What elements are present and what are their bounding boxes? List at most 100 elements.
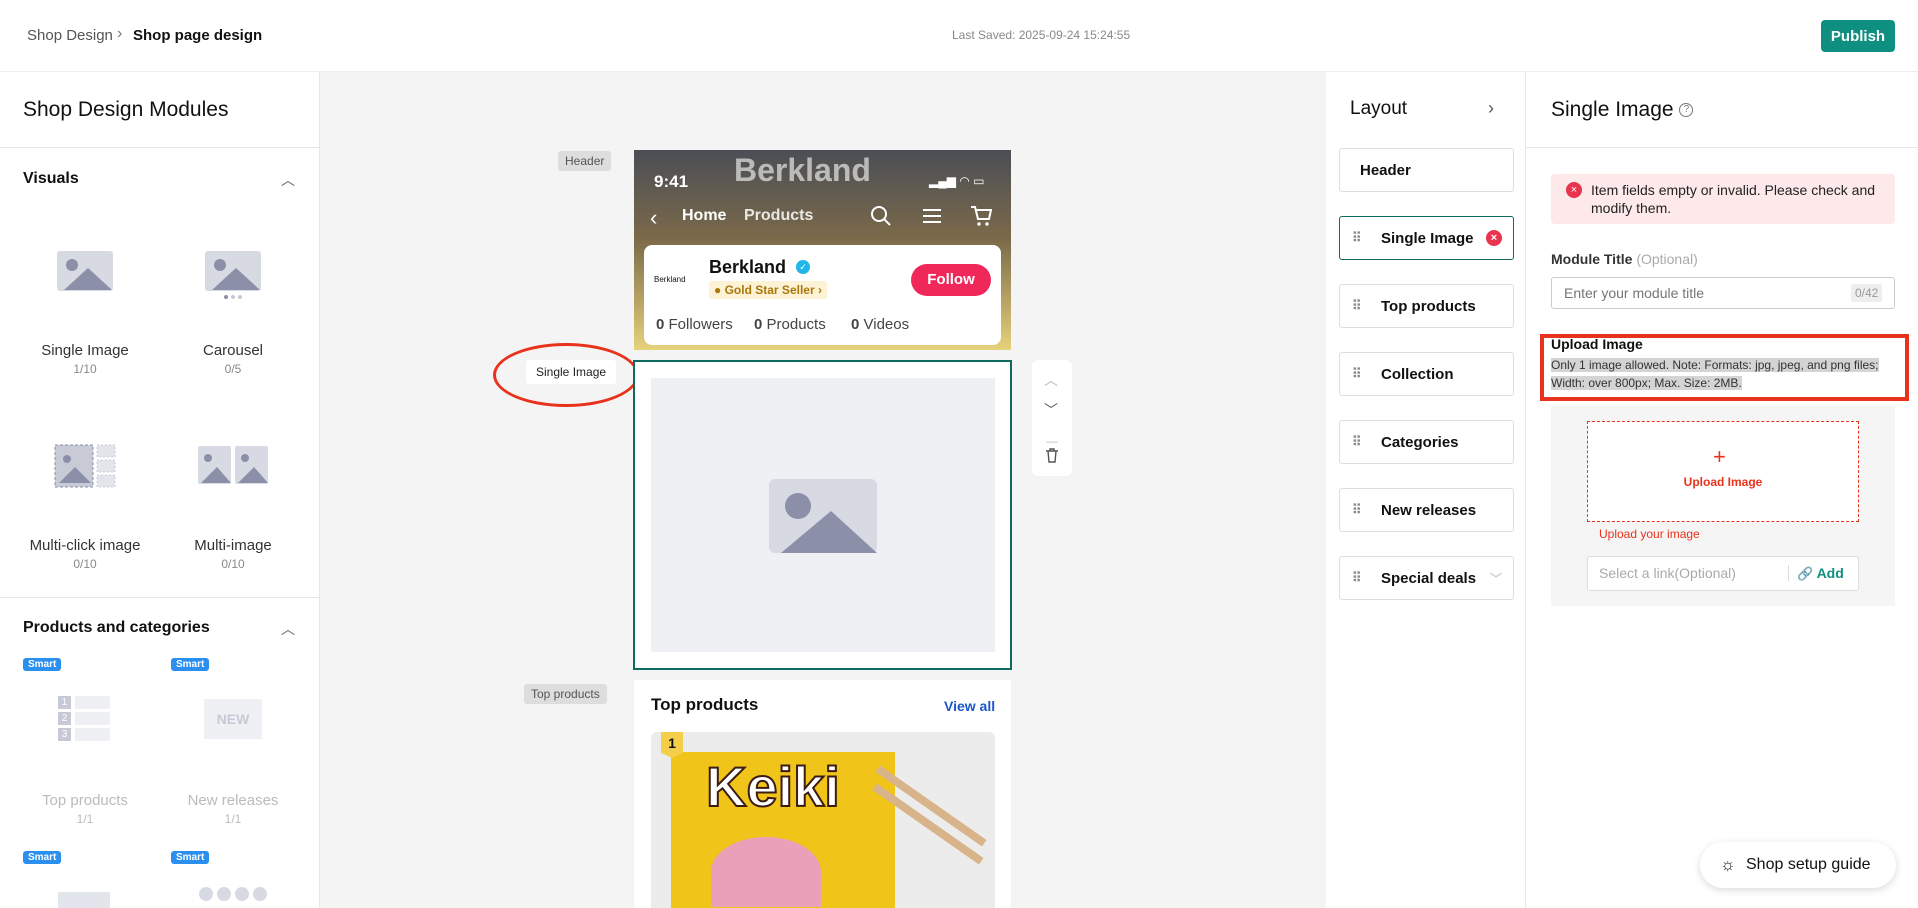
- new-badge-icon: NEW: [204, 699, 262, 739]
- breadcrumb-current: Shop page design: [133, 27, 263, 44]
- top-products-preview[interactable]: Top products View all Keiki 1: [634, 680, 1011, 908]
- trash-icon[interactable]: [1045, 448, 1059, 463]
- cart-icon[interactable]: [970, 205, 992, 227]
- annotation-circle: [493, 343, 639, 407]
- character-count: 0/42: [1851, 284, 1883, 302]
- product-art-text: Keiki: [705, 754, 841, 819]
- layout-item-single-image[interactable]: ⠿ Single Image ×: [1339, 216, 1514, 260]
- module-title-label: Module Title (Optional): [1551, 251, 1698, 267]
- module-label: Multi-image: [194, 537, 272, 554]
- chevron-up-icon[interactable]: ︿: [281, 170, 295, 190]
- smart-badge: Smart: [171, 658, 210, 671]
- module-icon-partial: [58, 892, 110, 908]
- upload-error-text: Upload your image: [1599, 527, 1700, 541]
- module-multi-image[interactable]: Multi-image 0/10: [163, 420, 303, 571]
- add-link-button[interactable]: 🔗 Add: [1797, 565, 1844, 582]
- layout-item-collection[interactable]: ⠿ Collection: [1339, 352, 1514, 396]
- visuals-section-title: Visuals: [23, 170, 79, 187]
- module-label: Top products: [42, 792, 128, 809]
- layout-title: Layout: [1350, 98, 1408, 119]
- status-icons: ▂▄▆ ◠ ▭: [929, 174, 985, 188]
- smart-badge: Smart: [23, 658, 62, 671]
- shop-header-preview[interactable]: Berkland 9:41 ▂▄▆ ◠ ▭ ‹ Home Products Be…: [634, 150, 1011, 350]
- module-count: 0/10: [221, 557, 245, 571]
- drag-handle-icon[interactable]: ⠿: [1352, 434, 1362, 450]
- star-icon: ●: [714, 283, 725, 297]
- module-carousel[interactable]: Carousel 0/5: [163, 225, 303, 376]
- rank-badge: 1: [661, 732, 683, 758]
- rank-list-icon: 1 2 3: [58, 696, 110, 741]
- banner-brand-text: Berkland: [734, 152, 871, 188]
- move-up-icon[interactable]: ︿: [1044, 370, 1058, 390]
- move-down-icon[interactable]: ﹀: [1044, 400, 1058, 420]
- top-products-title: Top products: [651, 695, 759, 714]
- chevron-up-icon[interactable]: ︿: [281, 619, 295, 639]
- multi-image-icon: [198, 446, 268, 484]
- shop-name: Berkland: [709, 257, 787, 277]
- module-count: 0/10: [73, 557, 97, 571]
- module-label: Multi-click image: [29, 537, 141, 554]
- divider: [0, 147, 320, 148]
- videos-stat: 0 Videos: [851, 316, 910, 333]
- status-time: 9:41: [654, 172, 689, 191]
- products-stat: 0 Products: [754, 316, 826, 333]
- drag-handle-icon[interactable]: ⠿: [1352, 570, 1362, 586]
- last-saved-text: Last Saved: 2025-09-24 15:24:55: [952, 28, 1131, 42]
- module-multi-click-image[interactable]: Multi-click image 0/10: [15, 420, 155, 571]
- layout-item-header[interactable]: Header: [1339, 148, 1514, 192]
- back-arrow-icon[interactable]: ‹: [650, 205, 657, 231]
- module-count: 0/5: [224, 362, 242, 376]
- image-icon: [57, 251, 113, 291]
- error-icon: ×: [1486, 230, 1502, 246]
- layout-item-new-releases[interactable]: ⠿ New releases: [1339, 488, 1514, 532]
- error-message: Item fields empty or invalid. Please che…: [1591, 182, 1876, 216]
- breadcrumb-root[interactable]: Shop Design: [27, 27, 113, 44]
- carousel-icon: [205, 251, 261, 299]
- module-top-products[interactable]: Smart 1 2 3 Top products 1/1: [15, 655, 155, 826]
- link-icon: 🔗: [1797, 566, 1814, 581]
- drag-handle-icon[interactable]: ⠿: [1352, 366, 1362, 382]
- module-count: 1/10: [73, 362, 97, 376]
- upload-image-label: Upload Image: [1551, 336, 1643, 352]
- error-icon: ×: [1566, 182, 1582, 198]
- layout-item-top-products[interactable]: ⠿ Top products: [1339, 284, 1514, 328]
- upload-requirements-note: Only 1 image allowed. Note: Formats: jpg…: [1551, 358, 1879, 390]
- module-label: Carousel: [202, 342, 264, 359]
- link-select-placeholder: Select a link(Optional): [1599, 565, 1736, 581]
- drag-handle-icon[interactable]: ⠿: [1352, 298, 1362, 314]
- settings-title: Single Image ?: [1551, 98, 1694, 122]
- module-new-releases[interactable]: Smart NEW New releases 1/1: [163, 655, 303, 826]
- seller-badge: ● Gold Star Seller ›: [709, 281, 827, 299]
- publish-button[interactable]: Publish: [1821, 20, 1895, 52]
- separator: [1788, 565, 1789, 581]
- layout-item-special-deals[interactable]: ⠿ Special deals ﹀: [1339, 556, 1514, 600]
- upload-image-button-label: Upload Image: [1683, 475, 1763, 489]
- divider: [1526, 147, 1918, 148]
- search-icon[interactable]: [870, 205, 892, 227]
- plus-icon: +: [1713, 444, 1726, 469]
- shop-logo: Berkland: [654, 275, 686, 284]
- shop-setup-guide-button[interactable]: ☼ Shop setup guide: [1700, 842, 1896, 888]
- module-label: New releases: [187, 792, 279, 809]
- smart-badge: Smart: [23, 851, 62, 864]
- chevron-right-icon[interactable]: ›: [1488, 98, 1494, 119]
- menu-icon[interactable]: [922, 208, 942, 224]
- upload-image-dropzone[interactable]: [1587, 421, 1859, 522]
- followers-stat: 0 Followers: [656, 316, 733, 333]
- products-section-title: Products and categories: [23, 619, 210, 636]
- nav-products[interactable]: Products: [744, 207, 813, 225]
- help-icon[interactable]: ?: [1679, 103, 1694, 118]
- product-image: Keiki: [651, 732, 995, 908]
- module-title-input[interactable]: [1551, 277, 1895, 309]
- drag-handle-icon[interactable]: ⠿: [1352, 502, 1362, 518]
- nav-home[interactable]: Home: [682, 207, 726, 225]
- flower-art: [711, 837, 821, 907]
- module-single-image[interactable]: Single Image 1/10: [15, 225, 155, 376]
- layout-item-categories[interactable]: ⠿ Categories: [1339, 420, 1514, 464]
- drag-handle-icon[interactable]: ⠿: [1352, 230, 1362, 246]
- image-placeholder-icon: [769, 479, 877, 553]
- follow-button[interactable]: Follow: [911, 264, 991, 296]
- multi-click-image-icon: [54, 444, 116, 488]
- view-all-link[interactable]: View all: [944, 698, 995, 714]
- smart-badge: Smart: [171, 851, 210, 864]
